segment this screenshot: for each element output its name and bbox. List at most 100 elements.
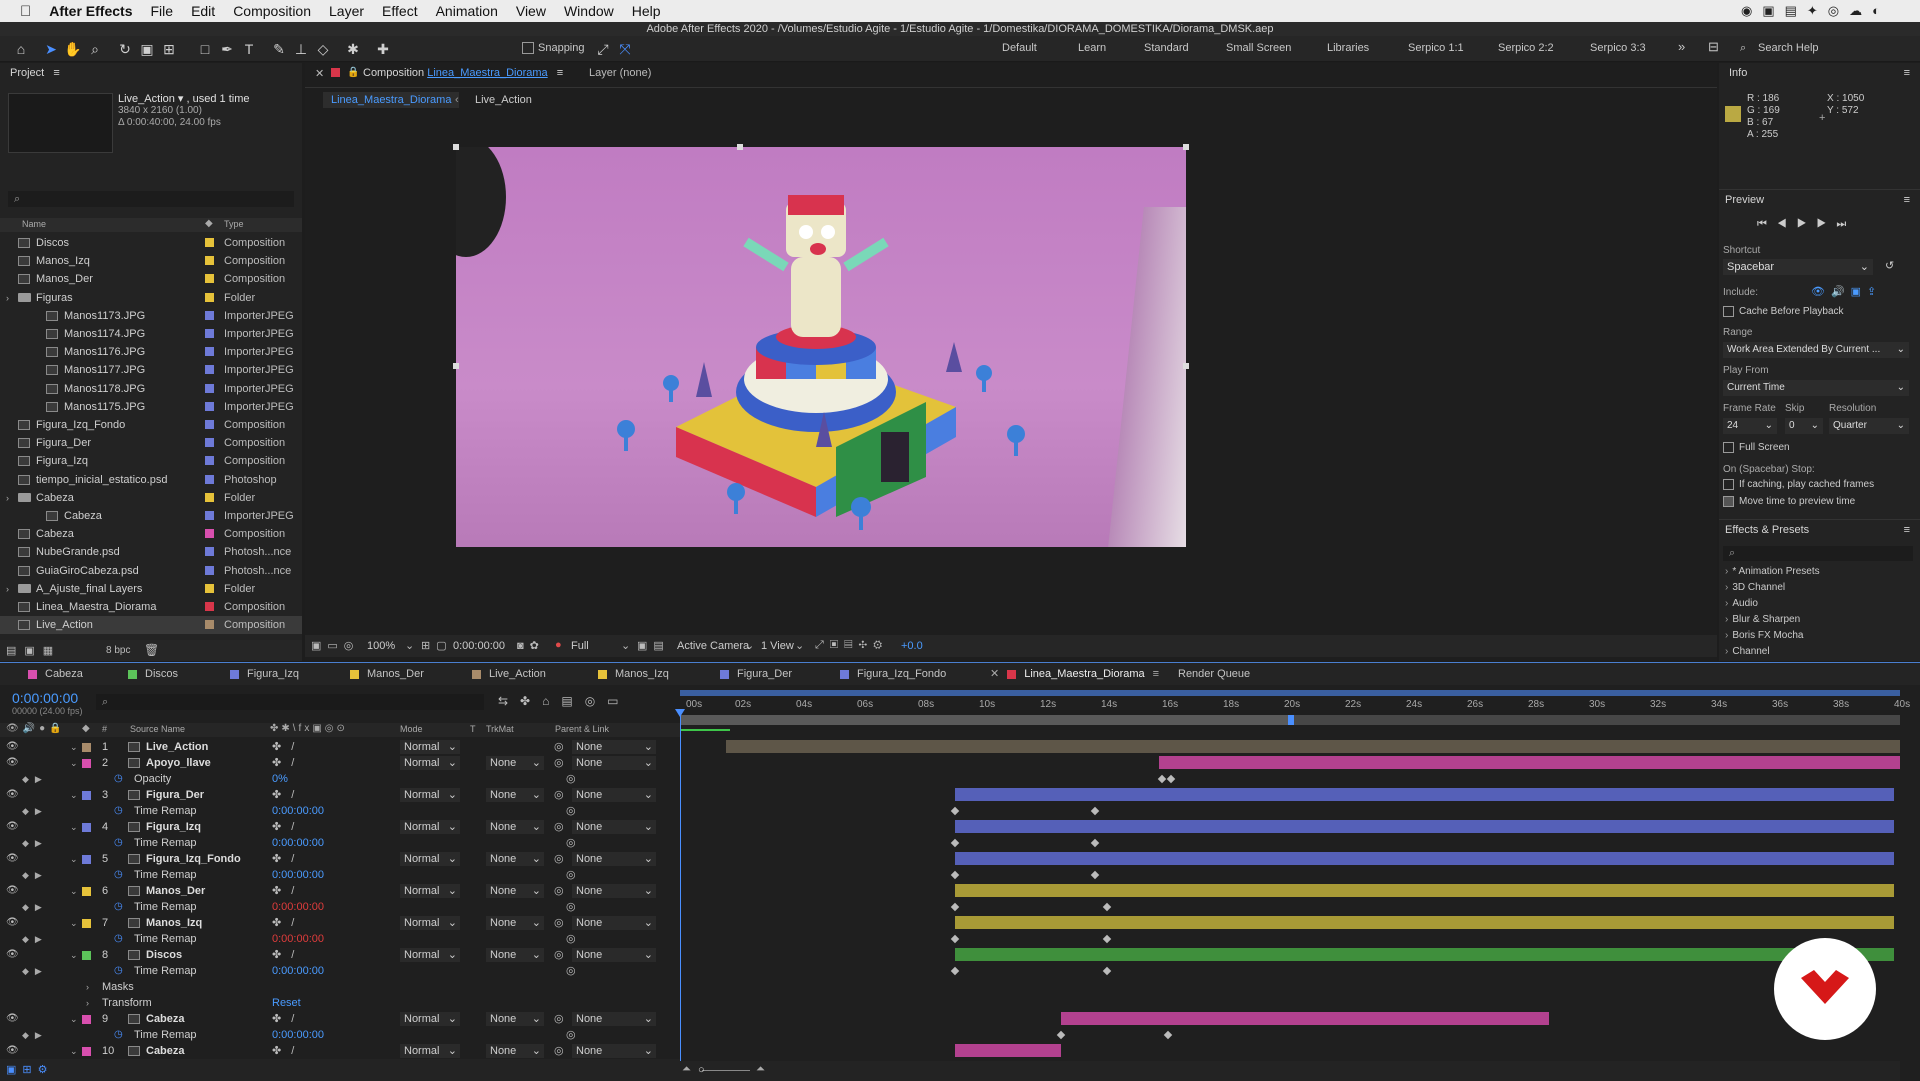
- label-color-swatch[interactable]: [205, 256, 214, 266]
- label-color-swatch[interactable]: [205, 474, 214, 484]
- chevron-down-icon[interactable]: ⌄: [70, 851, 78, 867]
- timeline-footer-icons[interactable]: ▣⊞⚙: [6, 1063, 53, 1076]
- effects-category[interactable]: › Boris FX Mocha: [1725, 630, 1803, 641]
- expression-pickwhip-icon[interactable]: ◎: [566, 803, 576, 819]
- visibility-icon[interactable]: 👁: [6, 1043, 19, 1059]
- roto-brush-tool-icon[interactable]: ✱: [344, 40, 362, 58]
- blend-mode-select[interactable]: Normal ⌄: [400, 756, 460, 770]
- layer-row[interactable]: 👁 ⌄ 1 Live_Action ✤/ Normal ⌄ ◎ None ⌄: [0, 739, 680, 755]
- trkmat-select[interactable]: None ⌄: [486, 788, 544, 802]
- layer-duration-bar[interactable]: [725, 740, 1900, 753]
- viewer-footer-icons[interactable]: ▣▭◎: [311, 639, 359, 652]
- keyframe[interactable]: [1090, 806, 1100, 816]
- label-color-swatch[interactable]: [82, 1015, 91, 1024]
- time-ruler[interactable]: 00s 02s 04s 06s 08s 10s 12s 14s 16s 18s 20s 22s 24s 2…: [680, 699, 1910, 713]
- stopwatch-icon[interactable]: ◷: [114, 803, 123, 819]
- project-item[interactable]: Manos1174.JPG ImporterJPEG: [0, 325, 302, 343]
- project-footer-icons[interactable]: ▤▣▦: [6, 644, 61, 657]
- layer-row[interactable]: 👁 ⌄ 5 Figura_Izq_Fondo ✤/ Normal ⌄ None ⌄ ◎ None ⌄: [0, 851, 680, 867]
- label-color-swatch[interactable]: [205, 365, 214, 375]
- pen-tool-icon[interactable]: ✒: [218, 40, 236, 58]
- keyframe-navigator[interactable]: ◆▶: [22, 963, 48, 979]
- label-color-swatch[interactable]: [205, 401, 214, 411]
- layer-duration-bar[interactable]: [954, 820, 1894, 833]
- next-frame-icon[interactable]: ▶: [1817, 218, 1837, 230]
- keyframe-navigator[interactable]: ◆▶: [22, 803, 48, 819]
- label-color-swatch[interactable]: [205, 511, 214, 520]
- blend-mode-select[interactable]: Normal ⌄: [400, 1044, 460, 1058]
- property-row[interactable]: ◆▶ ◷ Time Remap 0:00:00:00 ◎: [0, 835, 680, 851]
- trkmat-select[interactable]: None ⌄: [486, 1044, 544, 1058]
- selection-tool-icon[interactable]: ➤: [42, 40, 60, 58]
- include-icons[interactable]: 👁🔊▣⇪: [1811, 285, 1882, 298]
- project-item[interactable]: › A_Ajuste_final Layers Folder: [0, 580, 302, 598]
- project-item[interactable]: Manos_Der Composition: [0, 270, 302, 288]
- label-color-swatch[interactable]: [205, 583, 214, 593]
- property-row[interactable]: ◆▶ ◷ Opacity 0% ◎: [0, 771, 680, 787]
- property-row[interactable]: › Transform Reset: [0, 995, 680, 1011]
- work-area-bar[interactable]: [680, 690, 1900, 696]
- zoom-out-icon[interactable]: ⏶: [682, 1063, 691, 1076]
- chevron-down-icon[interactable]: ⌄: [70, 947, 78, 963]
- close-tab-icon[interactable]: ✕: [990, 668, 999, 680]
- eraser-tool-icon[interactable]: ◇: [314, 40, 332, 58]
- project-item[interactable]: Linea_Maestra_Diorama Composition: [0, 598, 302, 616]
- playhead[interactable]: [680, 711, 681, 1061]
- property-value[interactable]: 0%: [272, 771, 288, 787]
- visibility-icon[interactable]: 👁: [6, 787, 19, 803]
- parent-select[interactable]: None ⌄: [572, 1044, 656, 1058]
- camera-tool-icon[interactable]: ▣: [138, 40, 156, 58]
- effects-category[interactable]: › * Animation Presets: [1725, 566, 1820, 577]
- move-time-checkbox[interactable]: Move time to preview time: [1723, 496, 1855, 507]
- property-value[interactable]: 0:00:00:00: [272, 963, 324, 979]
- effects-category[interactable]: › Channel: [1725, 646, 1770, 657]
- project-item[interactable]: Manos1177.JPG ImporterJPEG: [0, 361, 302, 379]
- layer-name[interactable]: Manos_Der: [146, 883, 205, 899]
- blend-mode-select[interactable]: Normal ⌄: [400, 788, 460, 802]
- pickwhip-icon[interactable]: ◎: [554, 915, 564, 931]
- close-tab-icon[interactable]: ✕: [315, 67, 324, 80]
- home-icon[interactable]: ⌂: [12, 40, 30, 58]
- label-color-swatch[interactable]: [205, 602, 214, 611]
- layer-duration-bar[interactable]: [1158, 756, 1900, 769]
- label-color-swatch[interactable]: [82, 855, 91, 864]
- timeline-switch-icons[interactable]: ⇆✤⌂▤◎▭: [498, 694, 631, 708]
- skip-select[interactable]: 0 ⌄: [1785, 418, 1823, 434]
- project-item[interactable]: Figura_Der Composition: [0, 434, 302, 452]
- layer-switch-icons[interactable]: ✤/: [272, 1043, 304, 1059]
- keyframe[interactable]: [1166, 774, 1176, 784]
- clone-stamp-tool-icon[interactable]: ⊥: [292, 40, 310, 58]
- layer-row[interactable]: 👁 ⌄ 8 Discos ✤/ Normal ⌄ None ⌄ ◎ None ⌄: [0, 947, 680, 963]
- parent-select[interactable]: None ⌄: [572, 1012, 656, 1026]
- pickwhip-icon[interactable]: ◎: [554, 851, 564, 867]
- keyframe[interactable]: [950, 966, 959, 976]
- chevron-down-icon[interactable]: ›: [6, 489, 9, 507]
- keyframe[interactable]: [1163, 1030, 1173, 1040]
- workspace-default[interactable]: Default: [1002, 42, 1037, 54]
- property-value[interactable]: 0:00:00:00: [272, 931, 324, 947]
- keyframe-navigator[interactable]: ◆▶: [22, 867, 48, 883]
- visibility-icon[interactable]: 👁: [6, 851, 19, 867]
- timeline-tab[interactable]: Figura_Izq_Fondo: [840, 663, 946, 685]
- pickwhip-icon[interactable]: ◎: [554, 739, 564, 755]
- label-color-swatch[interactable]: [82, 951, 91, 960]
- property-row[interactable]: ◆▶ ◷ Time Remap 0:00:00:00 ◎: [0, 867, 680, 883]
- property-value[interactable]: 0:00:00:00: [272, 899, 324, 915]
- label-color-swatch[interactable]: [205, 310, 214, 320]
- work-area[interactable]: [680, 715, 1900, 725]
- trkmat-select[interactable]: None ⌄: [486, 820, 544, 834]
- project-item[interactable]: Manos1176.JPG ImporterJPEG: [0, 343, 302, 361]
- layer-name[interactable]: Cabeza: [146, 1043, 185, 1059]
- chevron-down-icon[interactable]: ⌄: [70, 1011, 78, 1027]
- trkmat-select[interactable]: None ⌄: [486, 884, 544, 898]
- keyframe[interactable]: [1102, 902, 1112, 912]
- layer-duration-bar[interactable]: [954, 1044, 1062, 1057]
- project-item[interactable]: Live_Action Composition: [0, 616, 302, 635]
- label-color-swatch[interactable]: [205, 274, 214, 284]
- zoom-slider-handle[interactable]: ○: [698, 1064, 705, 1076]
- pickwhip-icon[interactable]: ◎: [554, 1043, 564, 1059]
- full-screen-checkbox[interactable]: Full Screen: [1723, 442, 1790, 453]
- label-color-swatch[interactable]: [205, 329, 214, 338]
- layer-name[interactable]: Figura_Izq_Fondo: [146, 851, 241, 867]
- parent-select[interactable]: None ⌄: [572, 948, 656, 962]
